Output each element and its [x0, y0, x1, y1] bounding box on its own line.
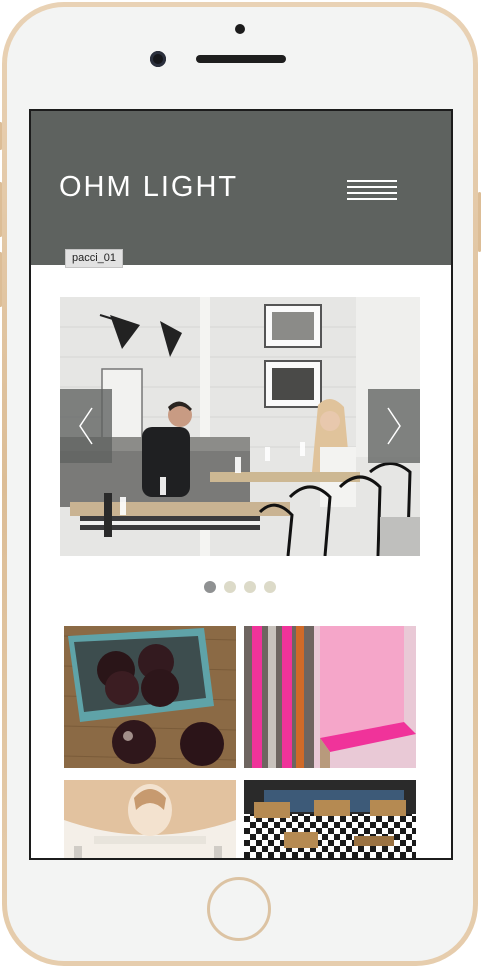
slider-dot-3[interactable] — [244, 581, 256, 593]
hero-slider[interactable] — [60, 297, 420, 556]
front-camera — [150, 51, 166, 67]
phone-screen: OHM LIGHT pacci_01 — [29, 109, 453, 860]
slide-photo-restaurant — [60, 297, 420, 556]
chevron-left-icon — [79, 407, 93, 445]
mute-switch — [0, 122, 2, 150]
earpiece-speaker — [196, 55, 286, 63]
menu-icon[interactable] — [347, 179, 397, 201]
image-name-tag: pacci_01 — [65, 249, 124, 268]
volume-down-button — [0, 252, 2, 307]
proximity-sensor — [235, 24, 245, 34]
gallery-tile-eggplants[interactable] — [64, 626, 236, 768]
prev-slide-button[interactable] — [60, 389, 112, 463]
site-logo[interactable]: OHM LIGHT — [59, 171, 238, 204]
site-header: OHM LIGHT — [31, 111, 451, 265]
slider-dot-1[interactable] — [204, 581, 216, 593]
home-button[interactable] — [207, 877, 271, 941]
slider-pagination — [204, 581, 276, 593]
slider-dot-4[interactable] — [264, 581, 276, 593]
power-button — [478, 192, 481, 252]
chevron-right-icon — [387, 407, 401, 445]
gallery-tile-dining-room[interactable] — [244, 780, 416, 858]
gallery-tile-neon-shelf[interactable] — [244, 626, 416, 768]
gallery-tile-pendant-lamp[interactable] — [64, 780, 236, 858]
next-slide-button[interactable] — [368, 389, 420, 463]
volume-up-button — [0, 182, 2, 237]
slider-dot-2[interactable] — [224, 581, 236, 593]
